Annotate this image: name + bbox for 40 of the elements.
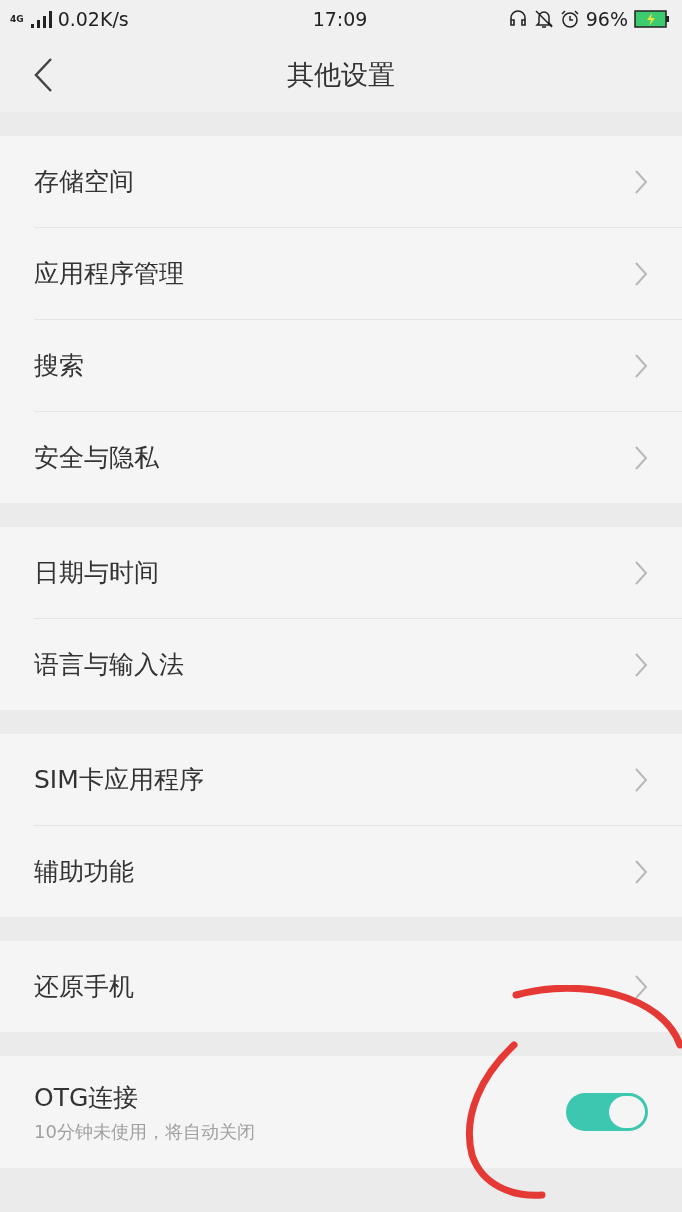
headset-icon: [507, 9, 528, 29]
settings-item[interactable]: 存储空间: [34, 136, 682, 228]
item-label: 日期与时间: [34, 557, 159, 589]
chevron-right-icon: [634, 858, 648, 885]
settings-item[interactable]: 应用程序管理: [34, 228, 682, 320]
chevron-right-icon: [634, 168, 648, 195]
item-label: 安全与隐私: [34, 442, 159, 474]
signal-icon: [29, 10, 52, 28]
item-label: 辅助功能: [34, 856, 134, 888]
bell-off-icon: [533, 9, 554, 29]
item-label: 语言与输入法: [34, 649, 184, 681]
chevron-right-icon: [634, 651, 648, 678]
back-icon: [33, 57, 53, 93]
item-label: 搜索: [34, 350, 84, 382]
settings-item[interactable]: 辅助功能: [34, 826, 682, 917]
chevron-right-icon: [634, 766, 648, 793]
chevron-right-icon: [634, 559, 648, 586]
chevron-right-icon: [634, 260, 648, 287]
settings-item[interactable]: 安全与隐私: [34, 412, 682, 503]
item-label: 应用程序管理: [34, 258, 184, 290]
alarm-icon: [559, 9, 580, 29]
network-type: 4G: [10, 14, 24, 24]
toggle-switch[interactable]: [566, 1093, 648, 1131]
item-label: SIM卡应用程序: [34, 764, 204, 796]
network-speed: 0.02K/s: [57, 8, 129, 30]
settings-item[interactable]: 还原手机: [34, 941, 682, 1032]
battery-percent: 96%: [585, 8, 628, 30]
page-title: 其他设置: [287, 58, 395, 92]
chevron-right-icon: [634, 444, 648, 471]
settings-item[interactable]: 日期与时间: [34, 527, 682, 619]
item-label: 存储空间: [34, 166, 134, 198]
chevron-right-icon: [634, 352, 648, 379]
settings-item[interactable]: 语言与输入法: [34, 619, 682, 710]
clock: 17:09: [312, 8, 368, 30]
item-label: OTG连接: [34, 1081, 140, 1114]
item-subtitle: 10分钟未使用，将自动关闭: [34, 1119, 255, 1144]
item-label: 还原手机: [34, 971, 134, 1003]
settings-item[interactable]: SIM卡应用程序: [34, 734, 682, 826]
chevron-right-icon: [634, 973, 648, 1000]
settings-item[interactable]: 搜索: [34, 320, 682, 412]
